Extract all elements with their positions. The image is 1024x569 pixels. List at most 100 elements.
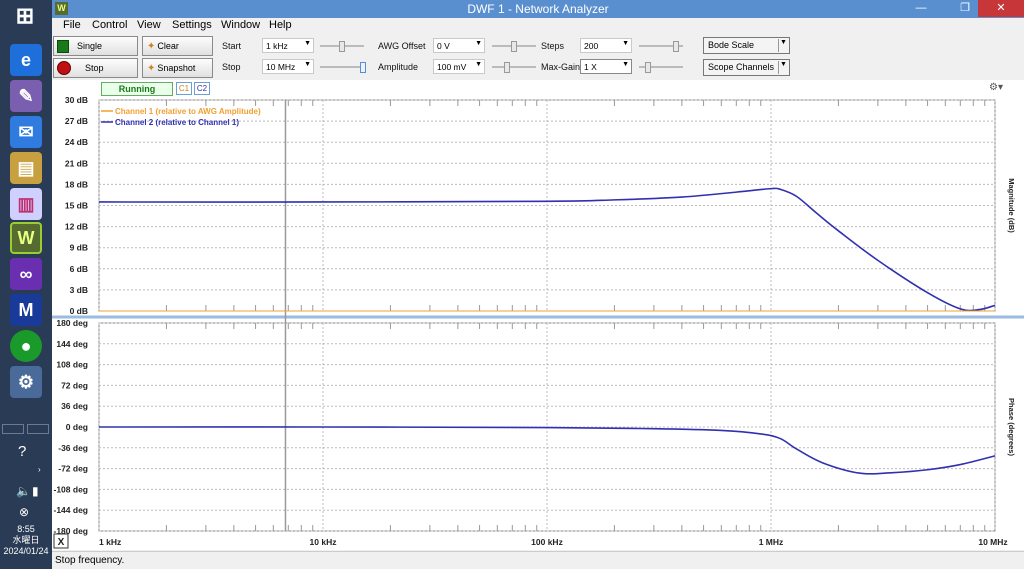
stop-frequency-field[interactable]: 10 MHz ▼ [262,59,314,74]
snapshot-button[interactable]: ✦ Snapshot [142,58,213,78]
start-slider[interactable] [320,41,364,52]
single-label: Single [77,41,103,51]
plot-options-icon[interactable]: ⚙▾ [989,82,1003,93]
phase-tick-label: 144 deg [56,339,88,349]
bode-scale-label: Bode Scale [708,40,755,50]
app-m-icon[interactable]: M [10,294,42,326]
magnitude-tick-label: 12 dB [65,222,88,232]
dropdown-arrow-icon: ▼ [778,39,788,52]
dropdown-arrow-icon: ▼ [778,61,788,74]
menu-file[interactable]: File [63,19,81,31]
phase-tick-label: 72 deg [61,380,88,390]
magnitude-tick-label: 30 dB [65,95,88,105]
magnitude-tick-label: 9 dB [70,243,88,253]
awg-offset-label: AWG Offset [378,41,426,51]
visual-studio-icon[interactable]: ∞ [10,258,42,290]
max-gain-slider[interactable] [639,62,683,73]
tray-expander[interactable] [0,424,52,434]
amplitude-slider[interactable] [492,62,536,73]
clear-icon: ✦ [147,40,156,52]
awg-offset-value: 0 V [437,41,450,51]
dropdown-arrow-icon: ▼ [622,40,629,47]
x-button-label: X [58,537,65,548]
network-analyzer-window: W DWF 1 - Network Analyzer — ❐ ✕ File Co… [52,0,1024,569]
clear-button[interactable]: ✦ Clear [142,36,213,56]
title-bar[interactable]: W DWF 1 - Network Analyzer — ❐ ✕ [52,0,1024,18]
magnitude-tick-label: 3 dB [70,285,88,295]
stop-button[interactable]: Stop [53,58,138,78]
mail-icon[interactable]: ✉ [10,116,42,148]
paint-icon[interactable]: ✎ [10,80,42,112]
green-app-icon[interactable]: ● [10,330,42,362]
bode-scale-dropdown[interactable]: Bode Scale ▼ [703,37,790,54]
running-status-badge: Running [101,82,173,96]
menu-bar: File Control View Settings Window Help [52,18,1024,34]
menu-window[interactable]: Window [221,19,260,31]
scope-channels-label: Scope Channels [708,62,775,72]
stop-slider[interactable] [320,62,366,73]
clock-date: 2024/01/24 [3,546,49,556]
waveforms-icon[interactable]: W [10,222,42,254]
steps-slider[interactable] [639,41,683,52]
steps-field[interactable]: 200 ▼ [580,38,632,53]
menu-view[interactable]: View [137,19,161,31]
status-bar: Stop frequency. [52,551,1024,569]
dropdown-arrow-icon: ▼ [475,61,482,68]
steps-value: 200 [584,41,599,51]
tools-icon[interactable]: ⚙ [10,366,42,398]
restore-button[interactable]: ❐ [952,0,978,17]
frequency-tick-label: 1 kHz [99,537,121,547]
awg-offset-field[interactable]: 0 V ▼ [433,38,485,53]
notepad-icon[interactable]: ▥ [10,188,42,220]
steps-label: Steps [541,41,565,51]
clock[interactable]: 8:55 水曜日 2024/01/24 [0,524,52,557]
menu-settings[interactable]: Settings [172,19,212,31]
c2-toggle[interactable]: C2 [194,82,210,95]
menu-help[interactable]: Help [269,19,292,31]
phase-tick-label: -72 deg [58,464,88,474]
play-icon [57,39,69,53]
volume-icon[interactable]: 🔈 [16,484,31,498]
clock-time: 8:55 [17,524,35,534]
help-tray-icon[interactable]: ? [18,443,26,460]
minimize-button[interactable]: — [908,0,934,17]
single-button[interactable]: Single [53,36,138,56]
phase-tick-label: 108 deg [56,360,88,370]
dropdown-arrow-icon: ▼ [622,61,629,68]
menu-control[interactable]: Control [92,19,127,31]
c1-toggle[interactable]: C1 [176,82,192,95]
tray-arrow-icon[interactable]: › [38,465,41,474]
file-explorer-icon[interactable]: ▤ [10,152,42,184]
phase-tick-label: -108 deg [54,484,89,494]
magnitude-tick-label: 6 dB [70,264,88,274]
status-text: Stop frequency. [55,555,125,566]
dropdown-arrow-icon: ▼ [304,40,311,47]
windows-start-icon[interactable]: ⊞ [12,3,38,28]
amplitude-field[interactable]: 100 mV ▼ [433,59,485,74]
amplitude-value: 100 mV [437,62,467,72]
magnitude-axis-title: Magnitude (dB) [1007,178,1016,233]
scope-channels-dropdown[interactable]: Scope Channels ▼ [703,59,790,76]
internet-explorer-icon[interactable]: e [10,44,42,76]
close-button[interactable]: ✕ [978,0,1024,17]
notification-icon[interactable]: ⊗ [19,505,29,519]
phase-tick-label: -36 deg [58,443,88,453]
awg-offset-slider[interactable] [492,41,536,52]
max-gain-value: 1 X [584,62,597,72]
start-frequency-field[interactable]: 1 kHz ▼ [262,38,314,53]
phase-tick-label: -144 deg [54,505,89,515]
clock-day: 水曜日 [12,535,40,545]
snapshot-icon: ✦ [147,62,156,74]
snapshot-label: Snapshot [157,63,196,73]
frequency-tick-label: 10 MHz [978,537,1007,547]
stop-icon [57,61,71,75]
max-gain-field[interactable]: 1 X ▼ [580,59,632,74]
bode-plot[interactable]: 30 dB 27 dB 24 dB 21 dB 18 dB 15 dB 12 dB 9 dB 6… [52,80,1024,550]
dropdown-arrow-icon: ▼ [304,61,311,68]
legend-ch1-label: Channel 1 (relative to AWG Amplitude) [115,107,261,116]
magnitude-tick-label: 27 dB [65,116,88,126]
network-icon[interactable]: ▮ [32,484,39,498]
phase-tick-label: 36 deg [61,401,88,411]
phase-tick-label: 0 deg [66,422,88,432]
frequency-tick-label: 100 kHz [531,537,563,547]
